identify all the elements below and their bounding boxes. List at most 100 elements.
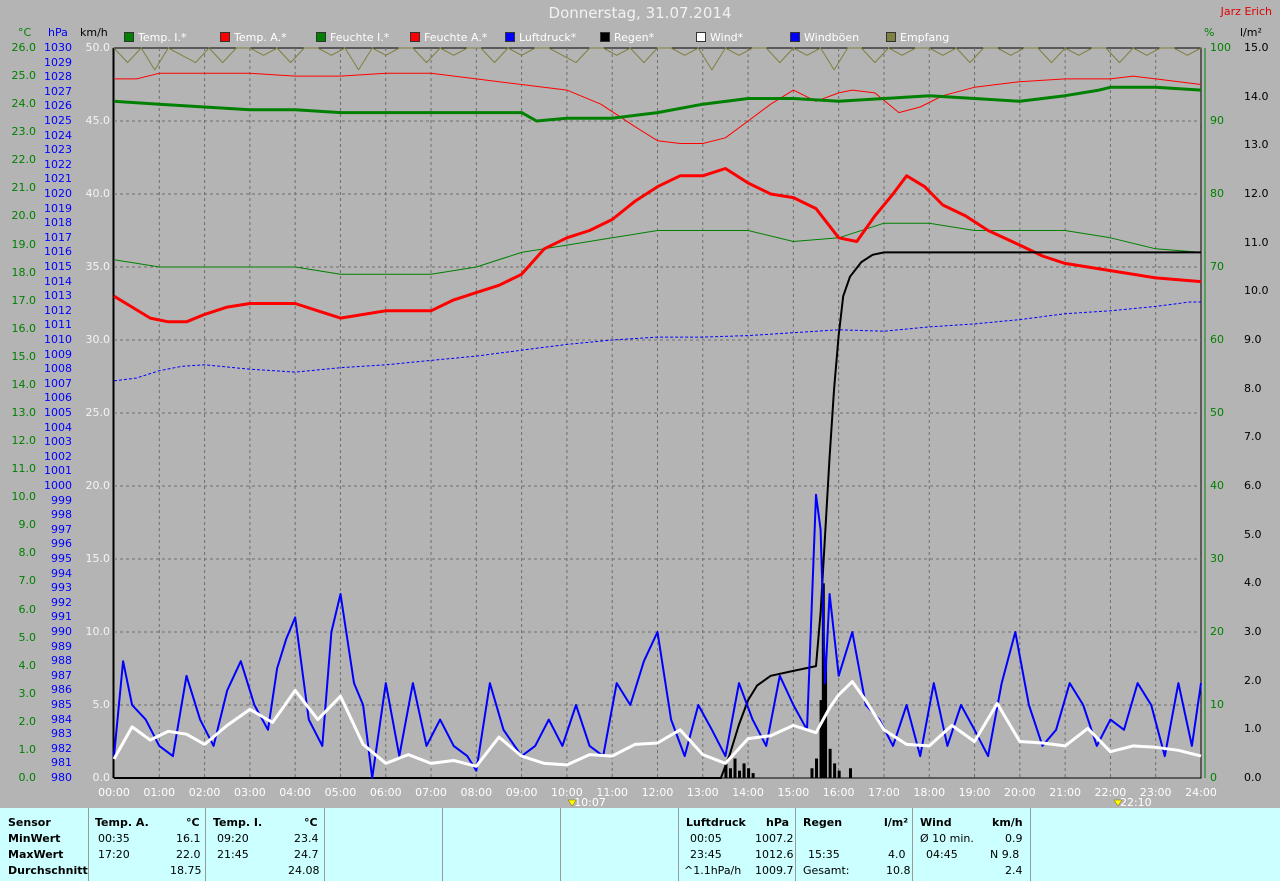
- chart-title: Donnerstag, 31.07.2014: [548, 4, 732, 22]
- legend-swatch: [124, 32, 134, 42]
- pressure-tick-label: 985: [51, 698, 72, 711]
- time-tick-label: 24:00: [1185, 786, 1217, 799]
- temp-i-avg: 24.08: [288, 864, 320, 877]
- legend-item: Empfang: [886, 31, 949, 44]
- temp-i-min-time: 09:20: [217, 832, 249, 845]
- time-tick-label: 20:00: [1003, 786, 1036, 799]
- temp-tick-label: 16.0: [11, 321, 37, 335]
- pressure-tick-label: 997: [51, 522, 72, 536]
- legend-item: Temp. I.*: [124, 31, 187, 44]
- temp-tick-label: 13.0: [11, 406, 37, 419]
- temp-a-unit: °C: [186, 816, 200, 829]
- time-tick-label: 04:00: [279, 786, 311, 799]
- pressure-tick-label: 993: [51, 581, 72, 595]
- temp-tick-label: 26.0: [11, 41, 37, 54]
- pressure-tick-label: 998: [51, 508, 72, 522]
- pressure-tick-label: 987: [51, 668, 72, 682]
- wind-avg: 0.9: [1005, 832, 1023, 845]
- rain-bar: [742, 763, 746, 778]
- temp-a-avg: 18.75: [170, 864, 202, 877]
- rain-tick-label: 9.0: [1244, 333, 1262, 346]
- time-tick-label: 00:00: [98, 786, 130, 799]
- wind-tick-label: 0.0: [92, 771, 111, 784]
- temp-i-header: Temp. I.: [213, 816, 263, 829]
- temp-a-max: 22.0: [176, 848, 201, 861]
- rain-total-label: Gesamt:: [803, 864, 850, 877]
- pressure-unit: hPa: [766, 816, 790, 829]
- weather-chart: [112, 47, 1206, 807]
- rain-tick-label: 5.0: [1244, 527, 1262, 541]
- legend-label: Windböen: [804, 31, 860, 44]
- humidity-tick-label: 10: [1210, 698, 1224, 711]
- temp-a-max-time: 17:20: [98, 848, 130, 861]
- rain-tick-label: 12.0: [1244, 187, 1269, 200]
- rain-bar: [815, 758, 819, 778]
- temp-tick-label: 6.0: [18, 602, 37, 616]
- wind-tick-label: 25.0: [85, 406, 111, 419]
- legend-swatch: [790, 32, 800, 42]
- rain-bar: [833, 763, 837, 778]
- legend-swatch: [316, 32, 326, 42]
- pressure-tick-label: 995: [51, 552, 72, 565]
- wind-tick-label: 20.0: [85, 479, 111, 492]
- pressure-tick-label: 1018: [44, 216, 72, 230]
- rain-tick-label: 3.0: [1244, 625, 1262, 638]
- temp-tick-label: 14.0: [11, 377, 37, 391]
- rain-bar: [747, 768, 751, 778]
- rain-tick-label: 0.0: [1244, 771, 1262, 784]
- row-label-min: MinWert: [8, 832, 61, 845]
- temp-i-max: 24.7: [294, 848, 319, 861]
- pressure-min-time: 00:05: [690, 832, 722, 845]
- temp-i-max-time: 21:45: [217, 848, 249, 861]
- humidity-tick-label: 30: [1210, 552, 1224, 565]
- pressure-tick-label: 1017: [44, 230, 72, 244]
- summary-table: Sensor MinWert MaxWert Durchschnitt Temp…: [0, 808, 1280, 881]
- pressure-tick-label: 983: [51, 727, 72, 741]
- rain-unit-label: l/m²: [1240, 26, 1262, 39]
- temp-tick-label: 19.0: [11, 237, 37, 251]
- rain-bar: [738, 770, 742, 778]
- rain-tick-label: 8.0: [1244, 381, 1262, 395]
- wind-avg-label: Ø 10 min.: [920, 832, 974, 845]
- pressure-tick-label: 1028: [44, 70, 72, 84]
- legend-item: Feuchte I.*: [316, 31, 389, 44]
- rain-tick-label: 2.0: [1244, 673, 1262, 687]
- temp-tick-label: 12.0: [11, 434, 37, 448]
- rain-unit: l/m²: [884, 816, 909, 829]
- pressure-tick-label: 988: [51, 654, 72, 668]
- legend-label: Regen*: [614, 31, 655, 44]
- legend-label: Wind*: [710, 31, 744, 44]
- temp-tick-label: 1.0: [18, 742, 37, 756]
- legend-label: Empfang: [900, 31, 950, 44]
- temp-tick-label: 21.0: [11, 181, 37, 195]
- pressure-tick-label: 981: [51, 756, 72, 770]
- pressure-tick-label: 1027: [44, 84, 72, 98]
- time-tick-label: 12:00: [641, 786, 674, 799]
- legend-label: Feuchte A.*: [424, 31, 488, 44]
- legend-item: Regen*: [600, 31, 654, 44]
- pressure-tick-label: 1005: [44, 406, 72, 419]
- temp-tick-label: 15.0: [11, 349, 37, 363]
- legend-swatch: [505, 32, 515, 42]
- pressure-min: 1007.2: [755, 832, 794, 845]
- wind-tick-label: 50.0: [85, 41, 111, 54]
- wind-gust-time: 04:45: [926, 848, 958, 861]
- legend-label: Feuchte I.*: [330, 31, 390, 44]
- pressure-tick-label: 1016: [44, 245, 72, 259]
- rain-total: 10.8: [886, 864, 911, 877]
- wind-tick-label: 30.0: [85, 333, 111, 346]
- legend-label: Temp. I.*: [138, 31, 187, 44]
- station-name: Jarz Erich: [1220, 5, 1272, 18]
- pressure-tick-label: 999: [51, 493, 72, 507]
- humidity-tick-label: 70: [1210, 260, 1224, 273]
- time-tick-label: 15:00: [777, 786, 810, 799]
- temp-tick-label: 20.0: [11, 209, 37, 223]
- wind-gust: N 9.8: [990, 848, 1020, 861]
- temp-unit-label: °C: [18, 26, 32, 39]
- temp-tick-label: 11.0: [11, 462, 37, 476]
- pressure-tick-label: 1025: [44, 114, 72, 127]
- legend-swatch: [220, 32, 230, 42]
- time-tick-label: 13:00: [686, 786, 719, 799]
- legend-label: Temp. A.*: [234, 31, 287, 44]
- wind-tick-label: 45.0: [85, 114, 111, 127]
